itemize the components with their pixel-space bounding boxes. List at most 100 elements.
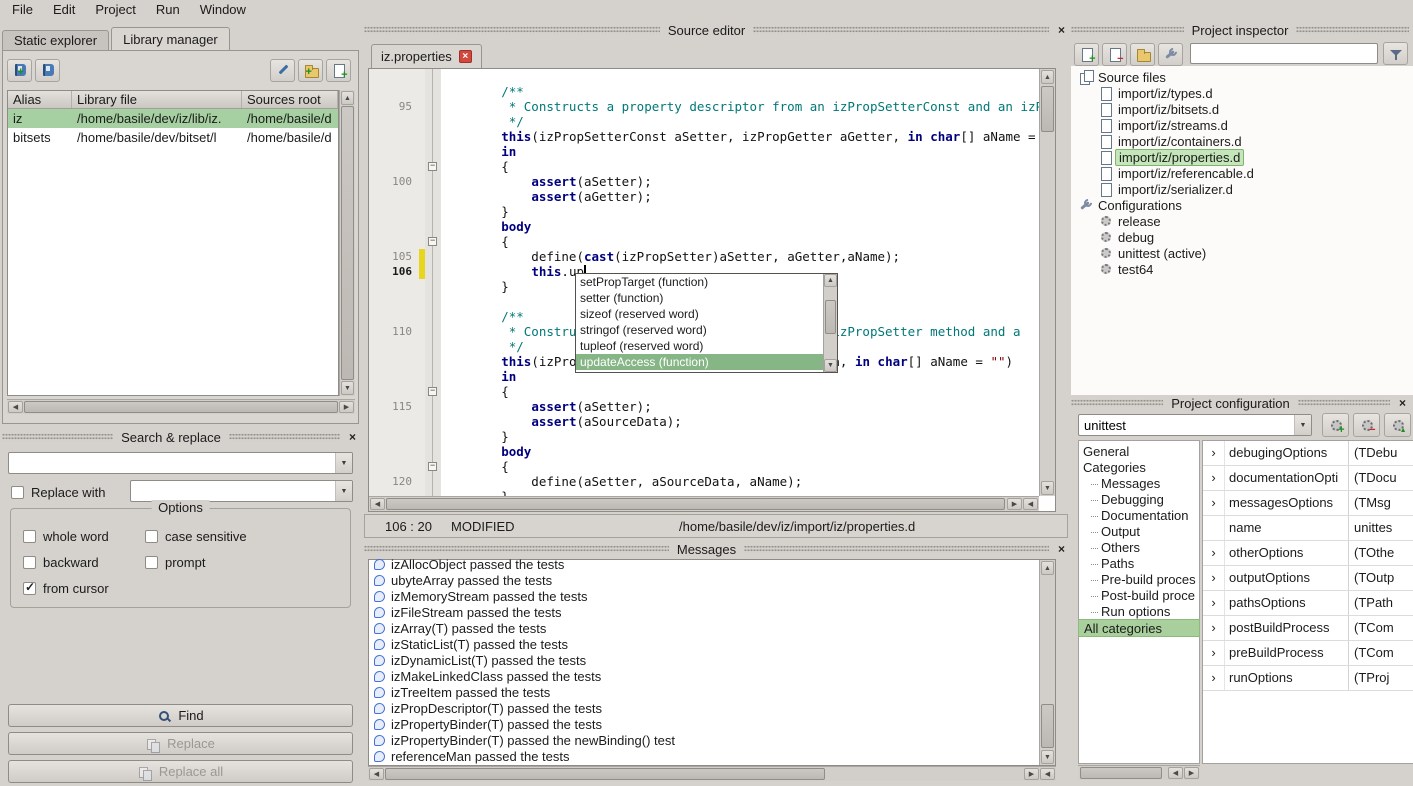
column-header-library-file[interactable]: Library file [72,91,242,108]
library-table-hscrollbar[interactable] [7,399,355,414]
message-item[interactable]: izStaticList(T) passed the tests [374,636,1039,652]
source-files-node[interactable]: Source files [1071,69,1413,85]
scrollbar-thumb[interactable] [385,768,825,780]
file-node-import-iz-properties-d[interactable]: import/iz/properties.d [1071,149,1413,165]
property-row-postbuildprocess[interactable]: postBuildProcess(TCom [1203,616,1413,641]
file-node-import-iz-referencable-d[interactable]: import/iz/referencable.d [1071,165,1413,181]
code-text[interactable]: * Constructs a property descriptor from … [441,99,1039,114]
replace-input[interactable] [133,482,333,500]
completion-item[interactable]: setter (function) [576,290,823,306]
property-row-debugingoptions[interactable]: debugingOptions(TDebu [1203,441,1413,466]
property-row-prebuildprocess[interactable]: preBuildProcess(TCom [1203,641,1413,666]
configuration-node-unittest-active[interactable]: unittest (active) [1071,245,1413,261]
fold-collapse-icon[interactable] [428,237,437,246]
message-item[interactable]: izArray(T) passed the tests [374,620,1039,636]
edit-library-button[interactable] [270,59,295,82]
message-item[interactable]: ubyteArray passed the tests [374,572,1039,588]
menu-item-project[interactable]: Project [85,1,145,18]
prompt-checkbox[interactable] [145,556,158,569]
message-item[interactable]: izPropDescriptor(T) passed the tests [374,700,1039,716]
configuration-combo[interactable] [1078,414,1312,436]
property-value[interactable]: (TCom [1349,641,1413,665]
code-text[interactable]: assert(aSetter); [441,399,1039,414]
editor-tab-iz-properties[interactable]: iz.properties [371,44,482,68]
code-text[interactable]: in [441,144,1039,159]
library-row-bitsets[interactable]: bitsets/home/basile/dev/bitset/l/home/ba… [8,128,338,147]
scrollbar-thumb[interactable] [24,401,338,413]
remove-source-button[interactable] [1102,43,1127,66]
scrollbar-thumb[interactable] [1041,86,1054,132]
message-item[interactable]: izPropertyBinder(T) passed the tests [374,716,1039,732]
property-value[interactable]: (TOthe [1349,541,1413,565]
close-source-editor-button[interactable] [1055,24,1068,37]
file-node-import-iz-streams-d[interactable]: import/iz/streams.d [1071,117,1413,133]
property-row-runoptions[interactable]: runOptions(TProj [1203,666,1413,691]
scroll-left-icon[interactable] [1168,767,1183,779]
message-item[interactable]: izTreeItem passed the tests [374,684,1039,700]
category-general[interactable]: General [1079,444,1199,460]
scroll-left-icon[interactable] [1040,768,1055,780]
property-value[interactable]: (TOutp [1349,566,1413,590]
category-run-options[interactable]: Run options [1079,604,1199,620]
replace-button[interactable]: Replace [8,732,353,755]
editor-vscrollbar[interactable] [1039,69,1055,496]
expand-arrow-icon[interactable] [1203,666,1225,690]
scroll-right-icon[interactable] [1007,498,1022,510]
file-node-import-iz-types-d[interactable]: import/iz/types.d [1071,85,1413,101]
property-row-messagesoptions[interactable]: messagesOptions(TMsg [1203,491,1413,516]
remove-configuration-button[interactable] [1353,413,1380,437]
property-value[interactable]: (TProj [1349,666,1413,690]
category-output[interactable]: Output [1079,524,1199,540]
message-item[interactable]: izPropertyBinder(T) passed the newBindin… [374,732,1039,748]
find-button[interactable]: Find [8,704,353,727]
fold-collapse-icon[interactable] [428,462,437,471]
replace-term-combo[interactable] [130,480,353,502]
code-text[interactable]: { [441,459,1039,474]
close-search-panel-button[interactable] [346,431,359,444]
code-text[interactable]: /** [441,84,1039,99]
property-value[interactable]: unittes [1349,516,1413,540]
from-cursor-checkbox[interactable] [23,582,36,595]
code-text[interactable]: } [441,429,1039,444]
property-row-otheroptions[interactable]: otherOptions(TOthe [1203,541,1413,566]
property-value[interactable]: (TDocu [1349,466,1413,490]
configuration-node-release[interactable]: release [1071,213,1413,229]
search-term-combo[interactable] [8,452,353,474]
category-others[interactable]: Others [1079,540,1199,556]
property-row-documentationopti[interactable]: documentationOpti(TDocu [1203,466,1413,491]
expand-arrow-icon[interactable] [1203,491,1225,515]
whole-word-checkbox[interactable] [23,530,36,543]
project-tools-button[interactable] [1158,43,1183,66]
scroll-down-icon[interactable] [341,381,354,395]
scroll-left-icon[interactable] [369,768,384,780]
case-sensitive-checkbox[interactable] [145,530,158,543]
close-project-configuration-button[interactable] [1396,397,1409,410]
code-text[interactable]: } [441,204,1039,219]
add-source-button[interactable] [1074,43,1099,66]
scroll-up-icon[interactable] [341,91,354,105]
category-categories[interactable]: Categories [1079,460,1199,476]
dropdown-arrow-icon[interactable] [1294,415,1311,435]
property-value[interactable]: (TMsg [1349,491,1413,515]
configuration-select[interactable] [1081,416,1292,434]
messages-hscrollbar[interactable] [368,766,1056,781]
clone-configuration-button[interactable] [1384,413,1411,437]
dropdown-arrow-icon[interactable] [335,453,352,473]
scroll-left-icon[interactable] [370,498,385,510]
code-text[interactable]: { [441,384,1039,399]
code-text[interactable]: { [441,159,1039,174]
property-value[interactable]: (TCom [1349,616,1413,640]
library-row-iz[interactable]: iz/home/basile/dev/iz/lib/iz./home/basil… [8,109,338,128]
inspector-filter-input[interactable] [1190,43,1378,64]
expand-arrow-icon[interactable] [1203,591,1225,615]
filter-button[interactable] [1383,42,1408,65]
scrollbar-thumb[interactable] [1080,767,1162,779]
message-item[interactable]: izMakeLinkedClass passed the tests [374,668,1039,684]
scroll-right-icon[interactable] [1024,768,1039,780]
search-input[interactable] [11,454,333,472]
scroll-up-icon[interactable] [824,274,837,287]
replace-all-button[interactable]: Replace all [8,760,353,783]
message-item[interactable]: izAllocObject passed the tests [374,556,1039,572]
close-messages-button[interactable] [1055,543,1068,556]
property-value[interactable]: (TDebu [1349,441,1413,465]
